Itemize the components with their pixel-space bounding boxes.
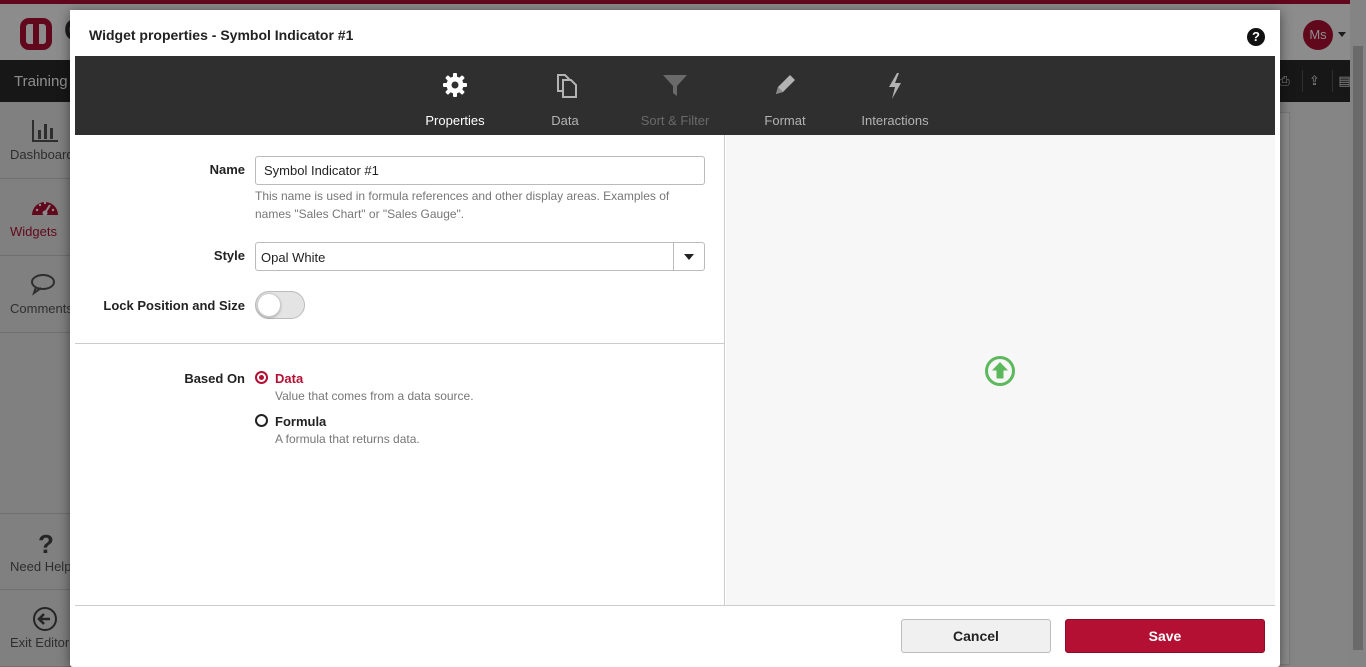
tab-label: Interactions (861, 113, 929, 128)
data-option-label[interactable]: Data (275, 371, 303, 386)
arrow-up-circle-icon (985, 356, 1015, 386)
formula-option-description: A formula that returns data. (275, 432, 420, 446)
dialog-title: Widget properties - Symbol Indicator #1 (89, 27, 354, 43)
name-hint: This name is used in formula references … (255, 189, 670, 221)
lock-position-toggle[interactable] (255, 291, 305, 319)
tab-label: Data (551, 113, 579, 128)
section-divider (75, 343, 725, 344)
tab-label: Format (764, 113, 806, 128)
widget-properties-dialog: Widget properties - Symbol Indicator #1 … (70, 10, 1280, 667)
caret-down-icon (684, 254, 694, 260)
filter-icon (663, 75, 687, 96)
data-option-description: Value that comes from a data source. (275, 389, 474, 403)
style-selected-value: Opal White (261, 250, 326, 265)
style-dropdown[interactable]: Opal White (255, 242, 705, 271)
toggle-knob (257, 293, 281, 317)
lock-position-label: Lock Position and Size (103, 298, 245, 313)
dialog-header: Widget properties - Symbol Indicator #1 … (70, 10, 1280, 56)
tab-interactions[interactable]: Interactions (840, 56, 950, 135)
properties-form: Name This name is used in formula refere… (75, 135, 725, 605)
name-label: Name (209, 162, 245, 177)
based-on-label: Based On (184, 371, 245, 386)
lightning-icon (889, 73, 901, 99)
tab-format[interactable]: Format (730, 56, 840, 135)
dropdown-toggle[interactable] (673, 243, 704, 270)
pencil-icon (776, 75, 795, 94)
widget-preview-pane (726, 135, 1275, 605)
formula-radio[interactable] (255, 414, 268, 427)
help-icon[interactable]: ? (1247, 28, 1265, 46)
cancel-button[interactable]: Cancel (901, 619, 1051, 653)
tab-properties[interactable]: Properties (400, 56, 510, 135)
tab-label: Sort & Filter (640, 113, 710, 128)
tab-data[interactable]: Data (510, 56, 620, 135)
tab-sort-filter: Sort & Filter (620, 56, 730, 135)
gear-icon (443, 73, 467, 97)
name-field[interactable] (255, 156, 705, 185)
data-radio[interactable] (255, 371, 268, 384)
dialog-tab-bar: Properties Data Sort & Filter Format Int… (75, 56, 1275, 135)
tab-label: Properties (425, 113, 485, 128)
copy-icon (557, 74, 577, 98)
formula-option-label[interactable]: Formula (275, 414, 326, 429)
save-button[interactable]: Save (1065, 619, 1265, 653)
style-label: Style (213, 248, 245, 263)
dialog-footer: Cancel Save (75, 605, 1275, 667)
